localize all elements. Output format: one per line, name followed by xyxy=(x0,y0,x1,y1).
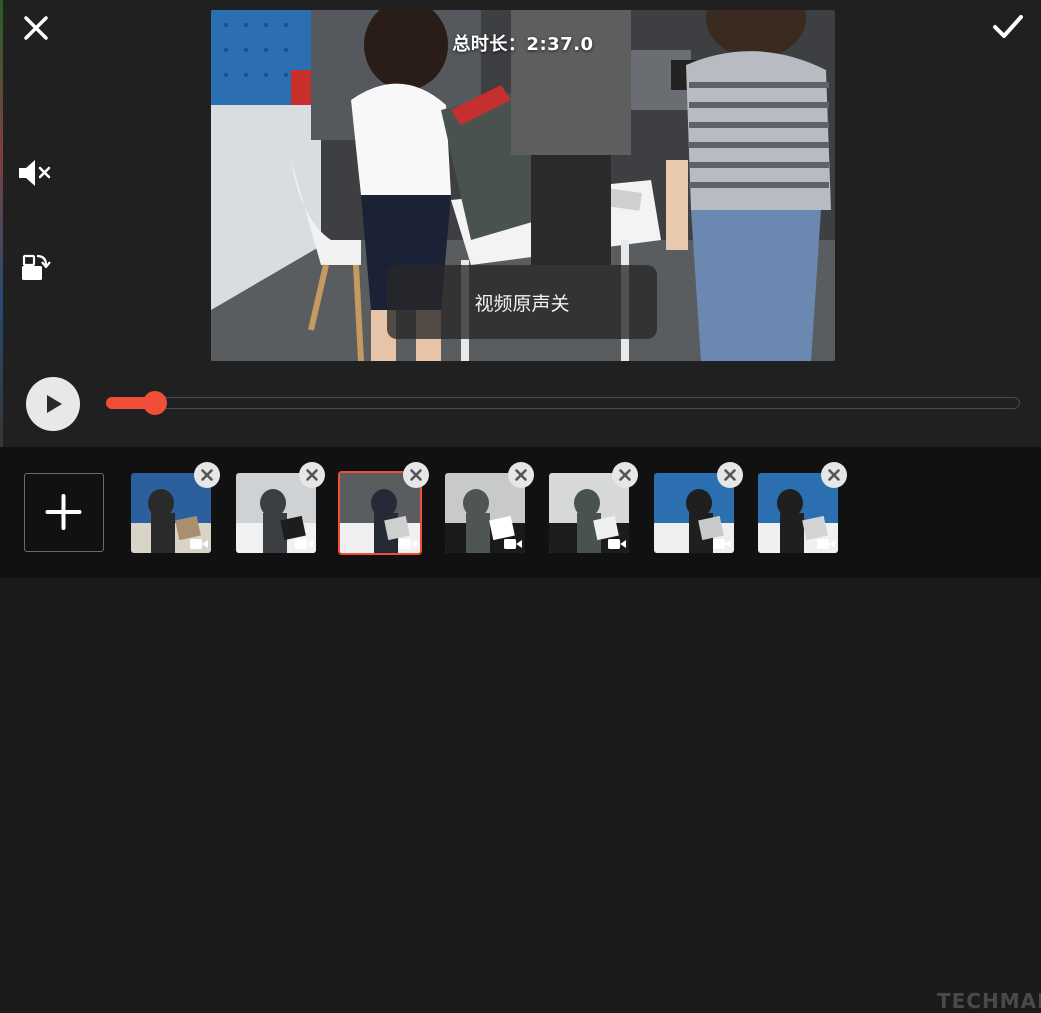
plus-icon xyxy=(45,494,82,530)
remove-clip-button[interactable] xyxy=(508,462,534,488)
clip-thumbnail[interactable] xyxy=(131,462,220,553)
rotate-button[interactable] xyxy=(18,250,52,284)
play-icon xyxy=(47,395,62,413)
window-edge xyxy=(0,0,3,447)
play-button[interactable] xyxy=(26,377,80,431)
video-camera-icon xyxy=(295,539,313,549)
clip-thumbnail[interactable] xyxy=(758,462,847,553)
video-camera-icon xyxy=(504,539,522,549)
confirm-button[interactable] xyxy=(990,10,1026,44)
speaker-muted-icon xyxy=(19,160,51,186)
clip-strip: TECHMAN xyxy=(0,447,1041,1013)
mute-button[interactable] xyxy=(16,156,54,190)
video-camera-icon xyxy=(713,539,731,549)
remove-clip-button[interactable] xyxy=(194,462,220,488)
clip-thumbnail[interactable] xyxy=(549,462,638,553)
clip-thumbnail[interactable] xyxy=(445,462,534,553)
add-clip-button[interactable] xyxy=(24,473,104,552)
video-camera-icon xyxy=(399,539,417,549)
remove-clip-button[interactable] xyxy=(717,462,743,488)
clip-thumbnail[interactable] xyxy=(236,462,325,553)
video-camera-icon xyxy=(190,539,208,549)
watermark: TECHMAN xyxy=(937,989,1041,1013)
total-duration-label: 总时长：2:37.0 xyxy=(452,34,594,55)
video-camera-icon xyxy=(817,539,835,549)
timeline-scrubber[interactable] xyxy=(143,391,167,415)
remove-clip-button[interactable] xyxy=(299,462,325,488)
timeline-track[interactable] xyxy=(106,397,1020,409)
audio-status-toast: 视频原声关 xyxy=(387,265,657,339)
remove-clip-button[interactable] xyxy=(403,462,429,488)
clip-thumbnail[interactable] xyxy=(338,462,429,555)
video-camera-icon xyxy=(608,539,626,549)
clip-thumbnail[interactable] xyxy=(654,462,743,553)
remove-clip-button[interactable] xyxy=(612,462,638,488)
close-circle-icon xyxy=(515,469,527,481)
checkmark-icon xyxy=(993,15,1023,38)
remove-clip-button[interactable] xyxy=(821,462,847,488)
close-circle-icon xyxy=(201,469,213,481)
rotate-icon xyxy=(22,254,51,280)
video-preview[interactable]: 总时长：2:37.0 视频原声关 xyxy=(211,10,835,361)
close-circle-icon xyxy=(306,469,318,481)
close-circle-icon xyxy=(619,469,631,481)
close-button[interactable] xyxy=(20,12,52,44)
close-circle-icon xyxy=(828,469,840,481)
close-circle-icon xyxy=(410,469,422,481)
close-icon xyxy=(24,16,48,40)
close-circle-icon xyxy=(724,469,736,481)
